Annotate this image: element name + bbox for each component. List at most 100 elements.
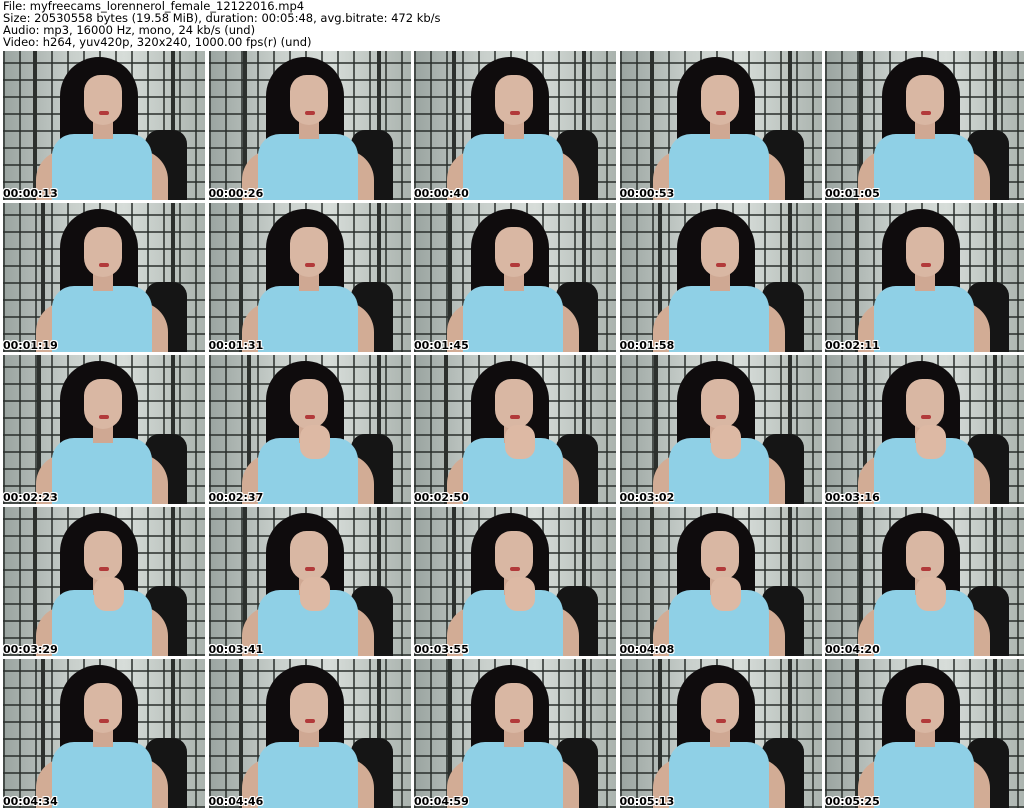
frame-top xyxy=(668,134,769,200)
frame-lips xyxy=(715,719,726,723)
video-thumbnail: 00:02:50 xyxy=(414,355,616,504)
video-thumbnail: 00:05:25 xyxy=(825,659,1024,808)
frame-face xyxy=(700,683,739,733)
video-thumbnail: 00:01:19 xyxy=(3,203,205,352)
timestamp-label: 00:00:53 xyxy=(619,187,675,200)
frame-top xyxy=(874,742,974,808)
frame-top xyxy=(463,742,563,808)
video-thumbnail: 00:00:40 xyxy=(414,51,616,200)
frame-top xyxy=(668,286,769,352)
frame-hand xyxy=(710,577,741,611)
frame-lips xyxy=(510,719,520,723)
frame-face xyxy=(906,683,944,733)
timestamp-label: 00:03:29 xyxy=(3,643,58,656)
frame-face xyxy=(495,379,533,429)
video-thumbnail: 00:04:59 xyxy=(414,659,616,808)
frame-lips xyxy=(510,111,520,115)
frame-face xyxy=(495,531,533,581)
frame-top xyxy=(668,742,769,808)
timestamp-label: 00:04:08 xyxy=(619,643,675,656)
frame-top xyxy=(52,286,152,352)
frame-lips xyxy=(304,263,315,267)
video-thumbnail: 00:04:08 xyxy=(619,507,822,656)
timestamp-label: 00:02:50 xyxy=(414,491,469,504)
frame-hand xyxy=(710,425,741,459)
frame-face xyxy=(495,75,533,125)
timestamp-label: 00:03:55 xyxy=(414,643,469,656)
video-thumbnail: 00:01:45 xyxy=(414,203,616,352)
frame-face xyxy=(700,379,739,429)
frame-lips xyxy=(715,415,726,419)
frame-face xyxy=(84,227,122,277)
timestamp-label: 00:01:45 xyxy=(414,339,469,352)
video-thumbnail: 00:00:13 xyxy=(3,51,205,200)
frame-face xyxy=(906,379,944,429)
frame-hand xyxy=(299,577,330,611)
frame-lips xyxy=(921,263,931,267)
timestamp-label: 00:05:13 xyxy=(619,795,675,808)
video-thumbnail: 00:04:34 xyxy=(3,659,205,808)
timestamp-label: 00:01:58 xyxy=(619,339,675,352)
frame-top xyxy=(463,134,563,200)
frame-lips xyxy=(304,415,315,419)
frame-top xyxy=(874,134,974,200)
video-thumbnail: 00:01:05 xyxy=(825,51,1024,200)
frame-top xyxy=(257,286,358,352)
frame-lips xyxy=(921,719,931,723)
frame-face xyxy=(700,531,739,581)
timestamp-label: 00:03:02 xyxy=(619,491,675,504)
video-thumbnail: 00:03:02 xyxy=(619,355,822,504)
frame-face xyxy=(906,75,944,125)
video-thumbnail: 00:04:46 xyxy=(208,659,411,808)
timestamp-label: 00:00:13 xyxy=(3,187,58,200)
frame-lips xyxy=(99,415,109,419)
frame-lips xyxy=(921,415,931,419)
frame-face xyxy=(289,531,328,581)
video-thumbnail: 00:04:20 xyxy=(825,507,1024,656)
frame-face xyxy=(906,531,944,581)
frame-lips xyxy=(510,263,520,267)
timestamp-label: 00:04:20 xyxy=(825,643,880,656)
video-line: Video: h264, yuv420p, 320x240, 1000.00 f… xyxy=(3,35,312,50)
timestamp-label: 00:02:11 xyxy=(825,339,880,352)
timestamp-label: 00:04:34 xyxy=(3,795,58,808)
video-thumbnail: 00:05:13 xyxy=(619,659,822,808)
frame-lips xyxy=(510,567,520,571)
frame-top xyxy=(52,438,152,504)
frame-top xyxy=(52,742,152,808)
timestamp-label: 00:02:23 xyxy=(3,491,58,504)
video-thumbnail: 00:00:26 xyxy=(208,51,411,200)
timestamp-label: 00:05:25 xyxy=(825,795,880,808)
frame-hand xyxy=(916,425,946,459)
frame-lips xyxy=(715,111,726,115)
frame-lips xyxy=(304,111,315,115)
frame-top xyxy=(463,286,563,352)
timestamp-label: 00:00:40 xyxy=(414,187,469,200)
frame-face xyxy=(700,75,739,125)
frame-face xyxy=(700,227,739,277)
frame-face xyxy=(289,683,328,733)
video-thumbnail: 00:01:31 xyxy=(208,203,411,352)
timestamp-label: 00:03:16 xyxy=(825,491,880,504)
frame-lips xyxy=(715,567,726,571)
frame-lips xyxy=(921,111,931,115)
frame-top xyxy=(257,134,358,200)
frame-top xyxy=(52,134,152,200)
frame-face xyxy=(495,683,533,733)
frame-lips xyxy=(99,111,109,115)
frame-face xyxy=(84,683,122,733)
frame-lips xyxy=(921,567,931,571)
file-info-header: File: myfreecams_lorennerol_female_12122… xyxy=(3,0,1021,48)
timestamp-label: 00:04:59 xyxy=(414,795,469,808)
frame-face xyxy=(906,227,944,277)
timestamp-label: 00:00:26 xyxy=(208,187,264,200)
timestamp-label: 00:01:05 xyxy=(825,187,880,200)
video-thumbnail: 00:02:11 xyxy=(825,203,1024,352)
video-thumbnail: 00:01:58 xyxy=(619,203,822,352)
frame-lips xyxy=(99,263,109,267)
video-thumbnail: 00:00:53 xyxy=(619,51,822,200)
timestamp-label: 00:02:37 xyxy=(208,491,264,504)
video-thumbnail: 00:02:37 xyxy=(208,355,411,504)
frame-face xyxy=(84,531,122,581)
frame-face xyxy=(289,75,328,125)
